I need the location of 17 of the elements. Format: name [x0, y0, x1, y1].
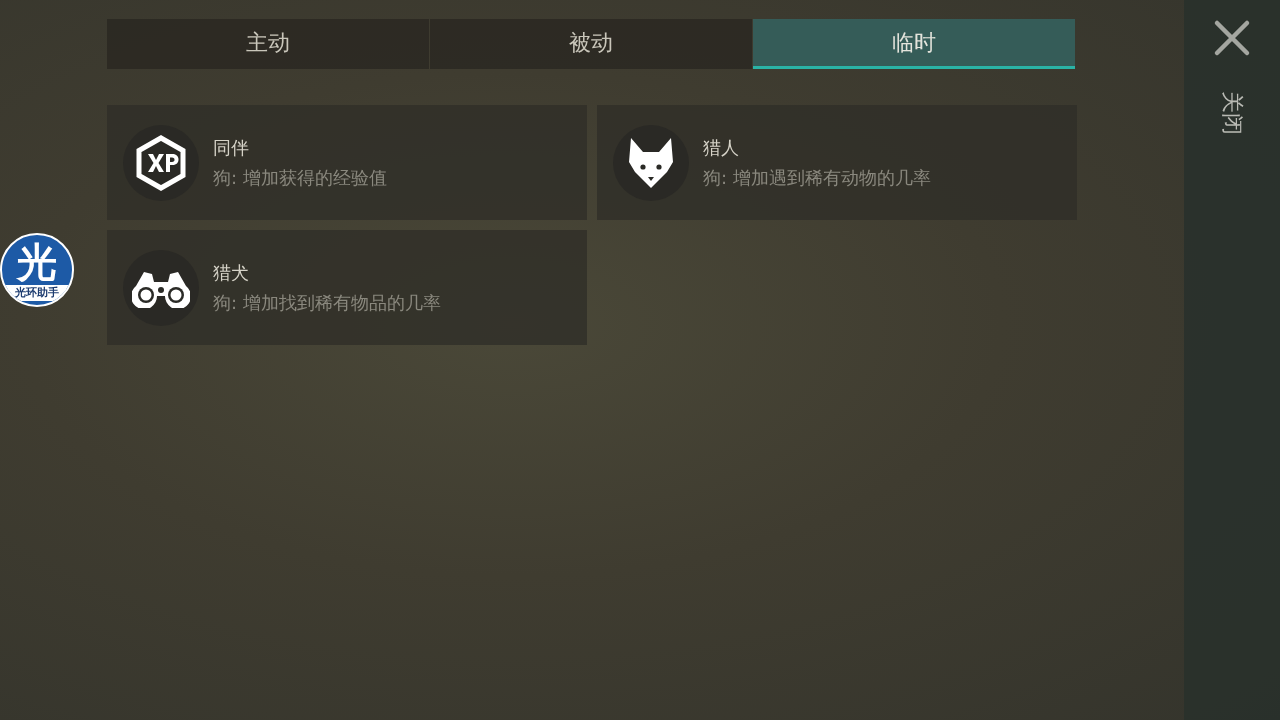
badge-glyph: 光: [17, 239, 57, 285]
skill-description: 狗: 增加找到稀有物品的几率: [213, 290, 441, 315]
close-icon[interactable]: [1212, 18, 1252, 58]
close-label[interactable]: 关闭: [1217, 91, 1247, 135]
skill-title: 猎人: [703, 135, 740, 160]
floating-assistant-badge[interactable]: 光 光环助手: [0, 233, 74, 307]
skill-description: 狗: 增加获得的经验值: [213, 165, 387, 190]
skill-title: 猎犬: [213, 260, 250, 285]
skill-title: 同伴: [213, 135, 250, 160]
skill-card[interactable]: 猎犬 狗: 增加找到稀有物品的几率: [107, 230, 587, 345]
tab[interactable]: 被动: [430, 19, 752, 69]
xp-hexagon-icon: [135, 134, 187, 191]
skill-description: 狗: 增加遇到稀有动物的几率: [703, 165, 931, 190]
tab[interactable]: 临时: [753, 19, 1075, 69]
skill-card[interactable]: 猎人 狗: 增加遇到稀有动物的几率: [597, 105, 1077, 220]
tab[interactable]: 主动: [107, 19, 429, 69]
skill-card[interactable]: 同伴 狗: 增加获得的经验值: [107, 105, 587, 220]
